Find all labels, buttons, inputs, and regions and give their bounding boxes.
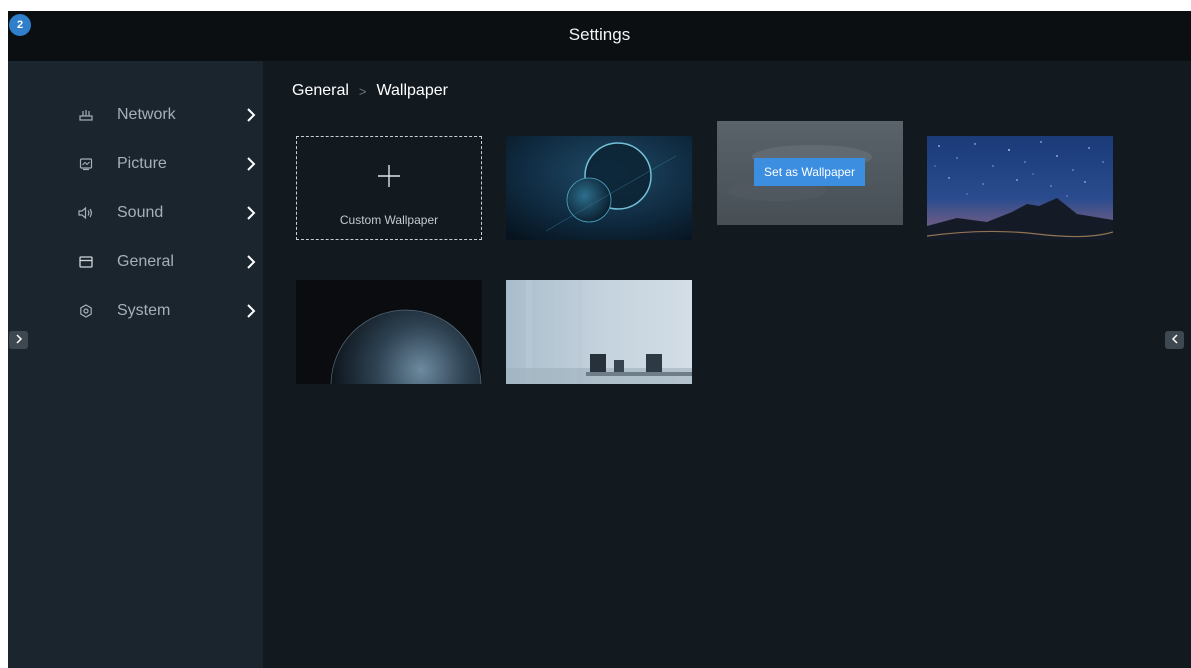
sidebar-item-label: Picture (117, 155, 167, 172)
title-bar: 2 Settings (8, 11, 1191, 61)
chevron-right-icon (244, 253, 258, 271)
sidebar-item-general[interactable]: General (78, 247, 258, 277)
chevron-left-icon (1171, 331, 1179, 349)
sidebar-item-label: Network (117, 106, 176, 123)
chevron-right-icon (15, 331, 23, 349)
wallpaper-thumbnail[interactable] (506, 280, 692, 384)
expand-panel-button[interactable] (9, 331, 28, 349)
custom-wallpaper-tile[interactable]: Custom Wallpaper (296, 136, 482, 240)
set-as-wallpaper-button[interactable]: Set as Wallpaper (754, 158, 865, 186)
breadcrumb-current: Wallpaper (376, 82, 448, 99)
wallpaper-thumbnail[interactable] (296, 280, 482, 384)
sidebar-item-network[interactable]: Network (78, 100, 258, 130)
breadcrumb: General > Wallpaper (292, 82, 448, 100)
sidebar-item-label: General (117, 253, 174, 270)
chevron-right-icon (244, 106, 258, 124)
sidebar-item-picture[interactable]: Picture (78, 149, 258, 179)
network-icon (78, 107, 94, 123)
general-icon (78, 254, 94, 270)
collapse-panel-button[interactable] (1165, 331, 1184, 349)
chevron-right-icon (244, 302, 258, 320)
plus-icon (297, 163, 481, 189)
wallpaper-thumbnail[interactable] (927, 136, 1113, 240)
custom-wallpaper-label: Custom Wallpaper (339, 213, 439, 227)
sidebar-item-sound[interactable]: Sound (78, 198, 258, 228)
sound-icon (78, 205, 94, 221)
page-title: Settings (568, 25, 631, 44)
chevron-right-icon (244, 155, 258, 173)
picture-icon (78, 156, 94, 172)
sidebar: Network Picture Sound General System (8, 61, 263, 668)
system-icon (78, 303, 94, 319)
chevron-right-icon (244, 204, 258, 222)
breadcrumb-parent[interactable]: General (292, 82, 349, 100)
sidebar-item-system[interactable]: System (78, 296, 258, 326)
wallpaper-thumbnail-selected[interactable]: Set as Wallpaper (717, 121, 903, 225)
sidebar-item-label: Sound (117, 204, 164, 221)
breadcrumb-separator: > (358, 83, 367, 99)
wallpaper-thumbnail[interactable] (506, 136, 692, 240)
sidebar-item-label: System (117, 302, 171, 319)
